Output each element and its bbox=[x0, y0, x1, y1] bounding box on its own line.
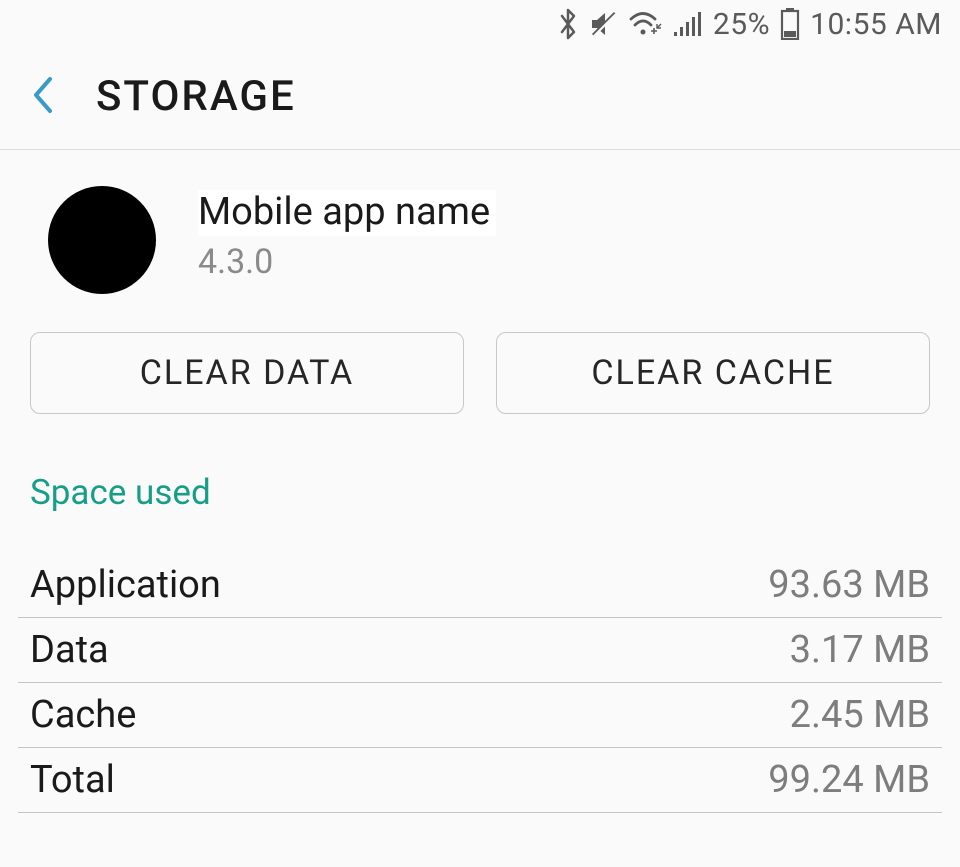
space-row-cache: Cache 2.45 MB bbox=[18, 683, 942, 748]
space-value: 3.17 MB bbox=[790, 628, 930, 672]
space-row-total: Total 99.24 MB bbox=[18, 748, 942, 813]
space-used-list: Application 93.63 MB Data 3.17 MB Cache … bbox=[0, 531, 960, 813]
page-title: STORAGE bbox=[96, 72, 296, 121]
space-value: 2.45 MB bbox=[790, 693, 930, 737]
app-text-block: Mobile app name 4.3.0 bbox=[198, 186, 496, 282]
space-label: Data bbox=[30, 628, 109, 672]
bluetooth-icon bbox=[557, 8, 579, 40]
button-row: CLEAR DATA CLEAR CACHE bbox=[0, 314, 960, 444]
space-label: Total bbox=[30, 758, 115, 802]
signal-icon bbox=[673, 10, 703, 38]
clock-time: 10:55 AM bbox=[810, 7, 942, 42]
battery-icon bbox=[780, 8, 800, 40]
clear-cache-button[interactable]: CLEAR CACHE bbox=[496, 332, 930, 414]
space-label: Application bbox=[30, 563, 221, 607]
status-bar: 25% 10:55 AM bbox=[0, 0, 960, 48]
battery-percent: 25% bbox=[713, 7, 770, 42]
section-title-space-used: Space used bbox=[0, 444, 960, 531]
mute-icon bbox=[589, 9, 619, 39]
space-value: 99.24 MB bbox=[768, 758, 930, 802]
space-value: 93.63 MB bbox=[768, 563, 930, 607]
space-row-application: Application 93.63 MB bbox=[18, 553, 942, 618]
app-name: Mobile app name bbox=[198, 190, 496, 236]
clear-data-button[interactable]: CLEAR DATA bbox=[30, 332, 464, 414]
back-icon[interactable] bbox=[30, 75, 56, 119]
space-row-data: Data 3.17 MB bbox=[18, 618, 942, 683]
header: STORAGE bbox=[0, 48, 960, 150]
wifi-icon bbox=[629, 10, 663, 38]
app-icon bbox=[48, 186, 156, 294]
app-info: Mobile app name 4.3.0 bbox=[0, 150, 960, 314]
space-label: Cache bbox=[30, 693, 136, 737]
app-version: 4.3.0 bbox=[198, 242, 496, 282]
